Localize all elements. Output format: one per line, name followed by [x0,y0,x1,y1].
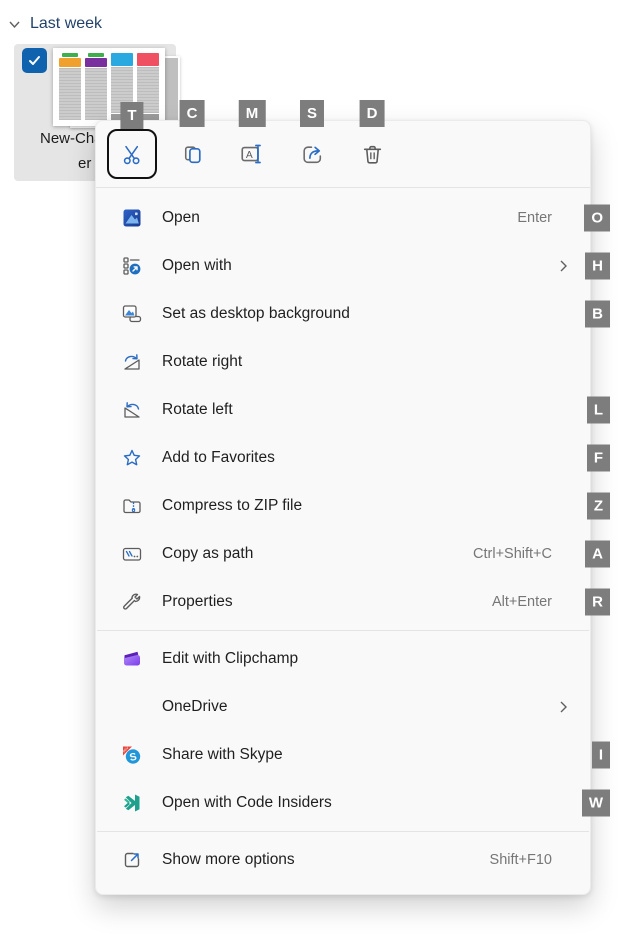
checkmark-icon [27,53,42,68]
menu-item-label: Rotate left [162,401,233,419]
menu-item-add-to-favorites[interactable]: Add to Favorites F [96,434,590,482]
file-thumbnail [53,48,165,126]
key-hint-badge: R [585,589,610,616]
menu-item-label: Rotate right [162,353,242,371]
menu-item-label: Edit with Clipchamp [162,650,298,668]
trash-icon [360,142,385,167]
selection-checkbox[interactable] [22,48,47,73]
menu-separator [97,831,589,832]
rename-button[interactable]: M A [227,129,277,179]
menu-item-label: Properties [162,593,233,611]
key-hint-badge: T [120,102,143,129]
menu-item-label: Share with Skype [162,746,283,764]
menu-item-copy-as-path[interactable]: Copy as path Ctrl+Shift+C A [96,530,590,578]
key-hint-badge: S [300,100,324,127]
menu-item-label: Open with [162,257,232,275]
show-more-options-icon [122,850,142,870]
key-hint-badge: H [585,253,610,280]
rotate-left-icon [122,400,142,420]
menu-item-label: Copy as path [162,545,253,563]
chevron-down-icon[interactable] [8,18,21,31]
menu-item-label: Show more options [162,851,295,869]
skype-icon: S DEV [122,745,142,765]
menu-item-compress-zip[interactable]: Compress to ZIP file Z [96,482,590,530]
share-button[interactable]: S [287,129,337,179]
menu-item-shortcut: Alt+Enter [492,594,574,610]
share-icon [300,142,325,167]
group-header[interactable]: Last week [8,15,102,33]
menu-item-open[interactable]: Open Enter O [96,194,590,242]
rotate-right-icon [122,352,142,372]
menu-item-label: Open [162,209,200,227]
thumb-column [59,53,81,120]
menu-item-open-with[interactable]: Open with H [96,242,590,290]
submenu-chevron-icon [559,259,574,273]
group-header-label: Last week [30,15,102,33]
file-name-line2: er [78,155,91,172]
menu-item-rotate-left[interactable]: Rotate left L [96,386,590,434]
menu-item-open-code-insiders[interactable]: Open with Code Insiders W [96,779,590,827]
menu-item-shortcut: Enter [517,210,574,226]
photos-icon [122,208,142,228]
context-menu-toolbar: T C M A [96,121,590,188]
delete-button[interactable]: D [347,129,397,179]
menu-item-show-more-options[interactable]: Show more options Shift+F10 [96,836,590,884]
wrench-icon [122,592,142,612]
copy-button[interactable]: C [167,129,217,179]
key-hint-badge: F [587,445,610,472]
key-hint-badge: B [585,301,610,328]
key-hint-badge: W [582,790,610,817]
scissors-icon [120,142,145,167]
key-hint-badge: C [180,100,205,127]
menu-item-rotate-right[interactable]: Rotate right [96,338,590,386]
key-hint-badge: I [592,742,610,769]
star-icon [122,448,142,468]
key-hint-badge: Z [587,493,610,520]
key-hint-badge: M [239,100,266,127]
context-menu-list: Open Enter O Open with [96,188,590,894]
menu-separator [97,630,589,631]
desktop-background-icon [122,304,142,324]
file-name-line1: New-Cha [40,130,103,147]
copy-icon [180,142,205,167]
menu-item-edit-clipchamp[interactable]: Edit with Clipchamp [96,635,590,683]
submenu-chevron-icon [559,700,574,714]
clipchamp-icon [122,649,142,669]
open-with-icon [122,256,142,276]
context-menu: T C M A [95,120,591,895]
code-insiders-icon [122,793,142,813]
menu-item-properties[interactable]: Properties Alt+Enter R [96,578,590,626]
copy-path-icon [122,544,142,564]
menu-item-label: Compress to ZIP file [162,497,302,515]
explorer-canvas: Last week [0,0,643,943]
menu-item-set-desktop-background[interactable]: Set as desktop background B [96,290,590,338]
menu-item-onedrive[interactable]: OneDrive [96,683,590,731]
svg-text:A: A [246,150,253,161]
key-hint-badge: L [587,397,610,424]
key-hint-badge: A [585,541,610,568]
cut-button[interactable]: T [107,129,157,179]
menu-item-label: Open with Code Insiders [162,794,332,812]
key-hint-badge: D [360,100,385,127]
thumb-column [85,53,107,120]
menu-item-shortcut: Shift+F10 [490,852,574,868]
menu-item-share-skype[interactable]: S DEV Share with Skype I [96,731,590,779]
menu-item-label: OneDrive [162,698,227,716]
menu-item-label: Set as desktop background [162,305,350,323]
menu-item-shortcut: Ctrl+Shift+C [473,546,574,562]
rename-icon: A [239,141,265,167]
onedrive-icon-placeholder [122,697,142,717]
menu-item-label: Add to Favorites [162,449,275,467]
zip-folder-icon [122,496,142,516]
key-hint-badge: O [584,205,610,232]
